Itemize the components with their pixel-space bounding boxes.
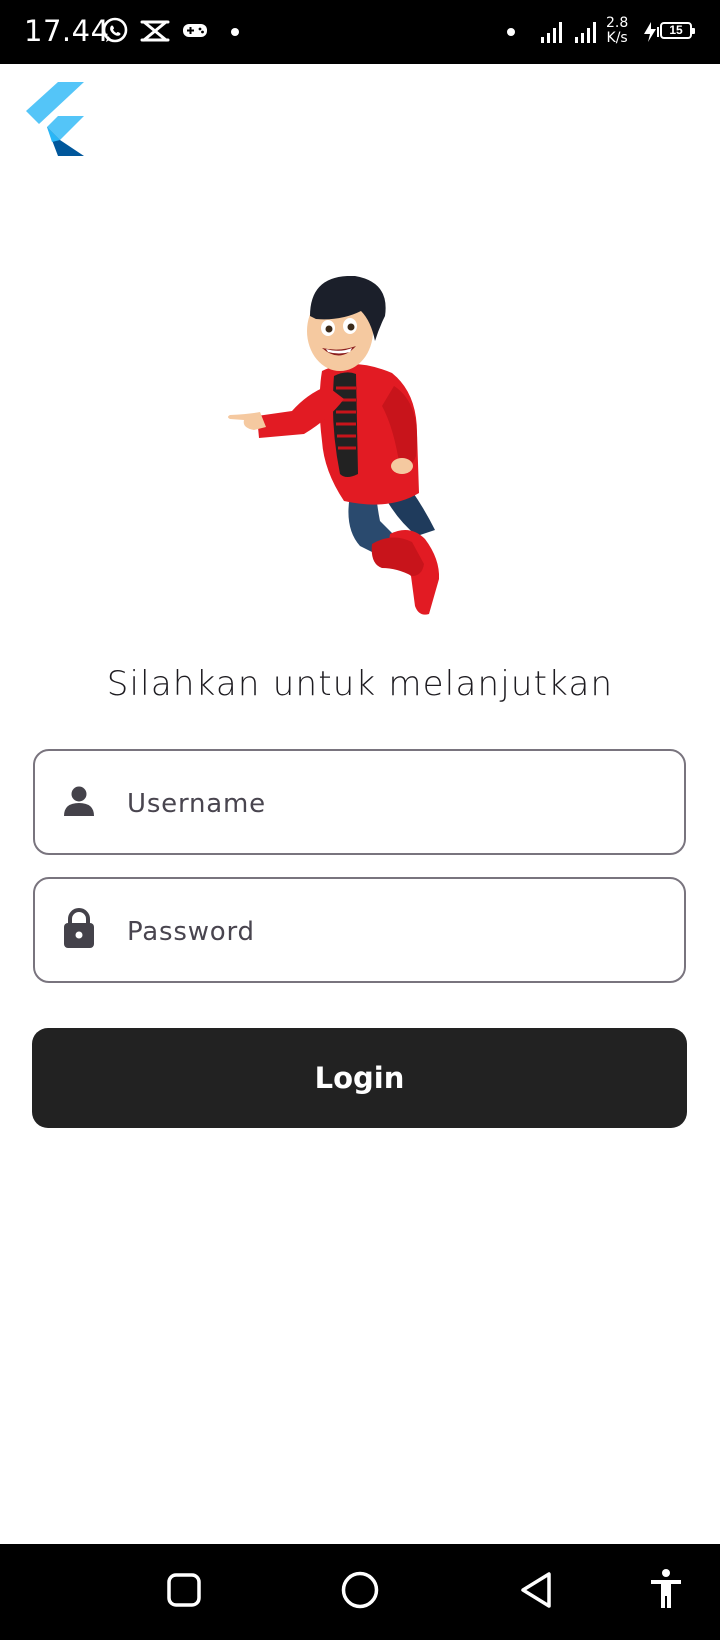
login-button[interactable]: Login — [32, 1028, 687, 1128]
username-input[interactable] — [127, 789, 647, 819]
login-prompt: Silahkan untuk melanjutkan — [106, 664, 614, 704]
gamepad-icon — [183, 24, 207, 37]
username-field[interactable] — [33, 749, 686, 855]
navigation-bar — [0, 1544, 720, 1640]
network-speed-unit: K/s — [606, 30, 628, 46]
status-bar: 17.44 2.8 K/s 15 — [0, 0, 720, 64]
back-triangle-icon[interactable] — [518, 1570, 556, 1610]
network-speed: 2.8 K/s — [606, 16, 628, 46]
status-time: 17.44 — [24, 14, 110, 48]
capcut-icon — [140, 20, 170, 42]
signal-icon — [541, 22, 562, 43]
charging-icon — [644, 22, 659, 42]
password-input[interactable] — [127, 917, 647, 947]
battery-indicator: 15 — [660, 22, 695, 39]
person-icon — [64, 786, 94, 816]
signal-icon — [575, 22, 596, 43]
login-button-label: Login — [314, 1061, 405, 1095]
home-circle-icon[interactable] — [340, 1570, 380, 1610]
recents-square-icon[interactable] — [166, 1572, 202, 1608]
dot-icon — [231, 28, 239, 36]
password-field[interactable] — [33, 877, 686, 983]
flutter-logo — [26, 82, 84, 156]
hero-illustration — [228, 276, 440, 615]
lock-icon — [64, 908, 94, 948]
accessibility-icon[interactable] — [648, 1568, 684, 1610]
whatsapp-icon — [102, 17, 128, 43]
network-speed-value: 2.8 — [606, 15, 629, 31]
dot-icon — [507, 28, 515, 36]
